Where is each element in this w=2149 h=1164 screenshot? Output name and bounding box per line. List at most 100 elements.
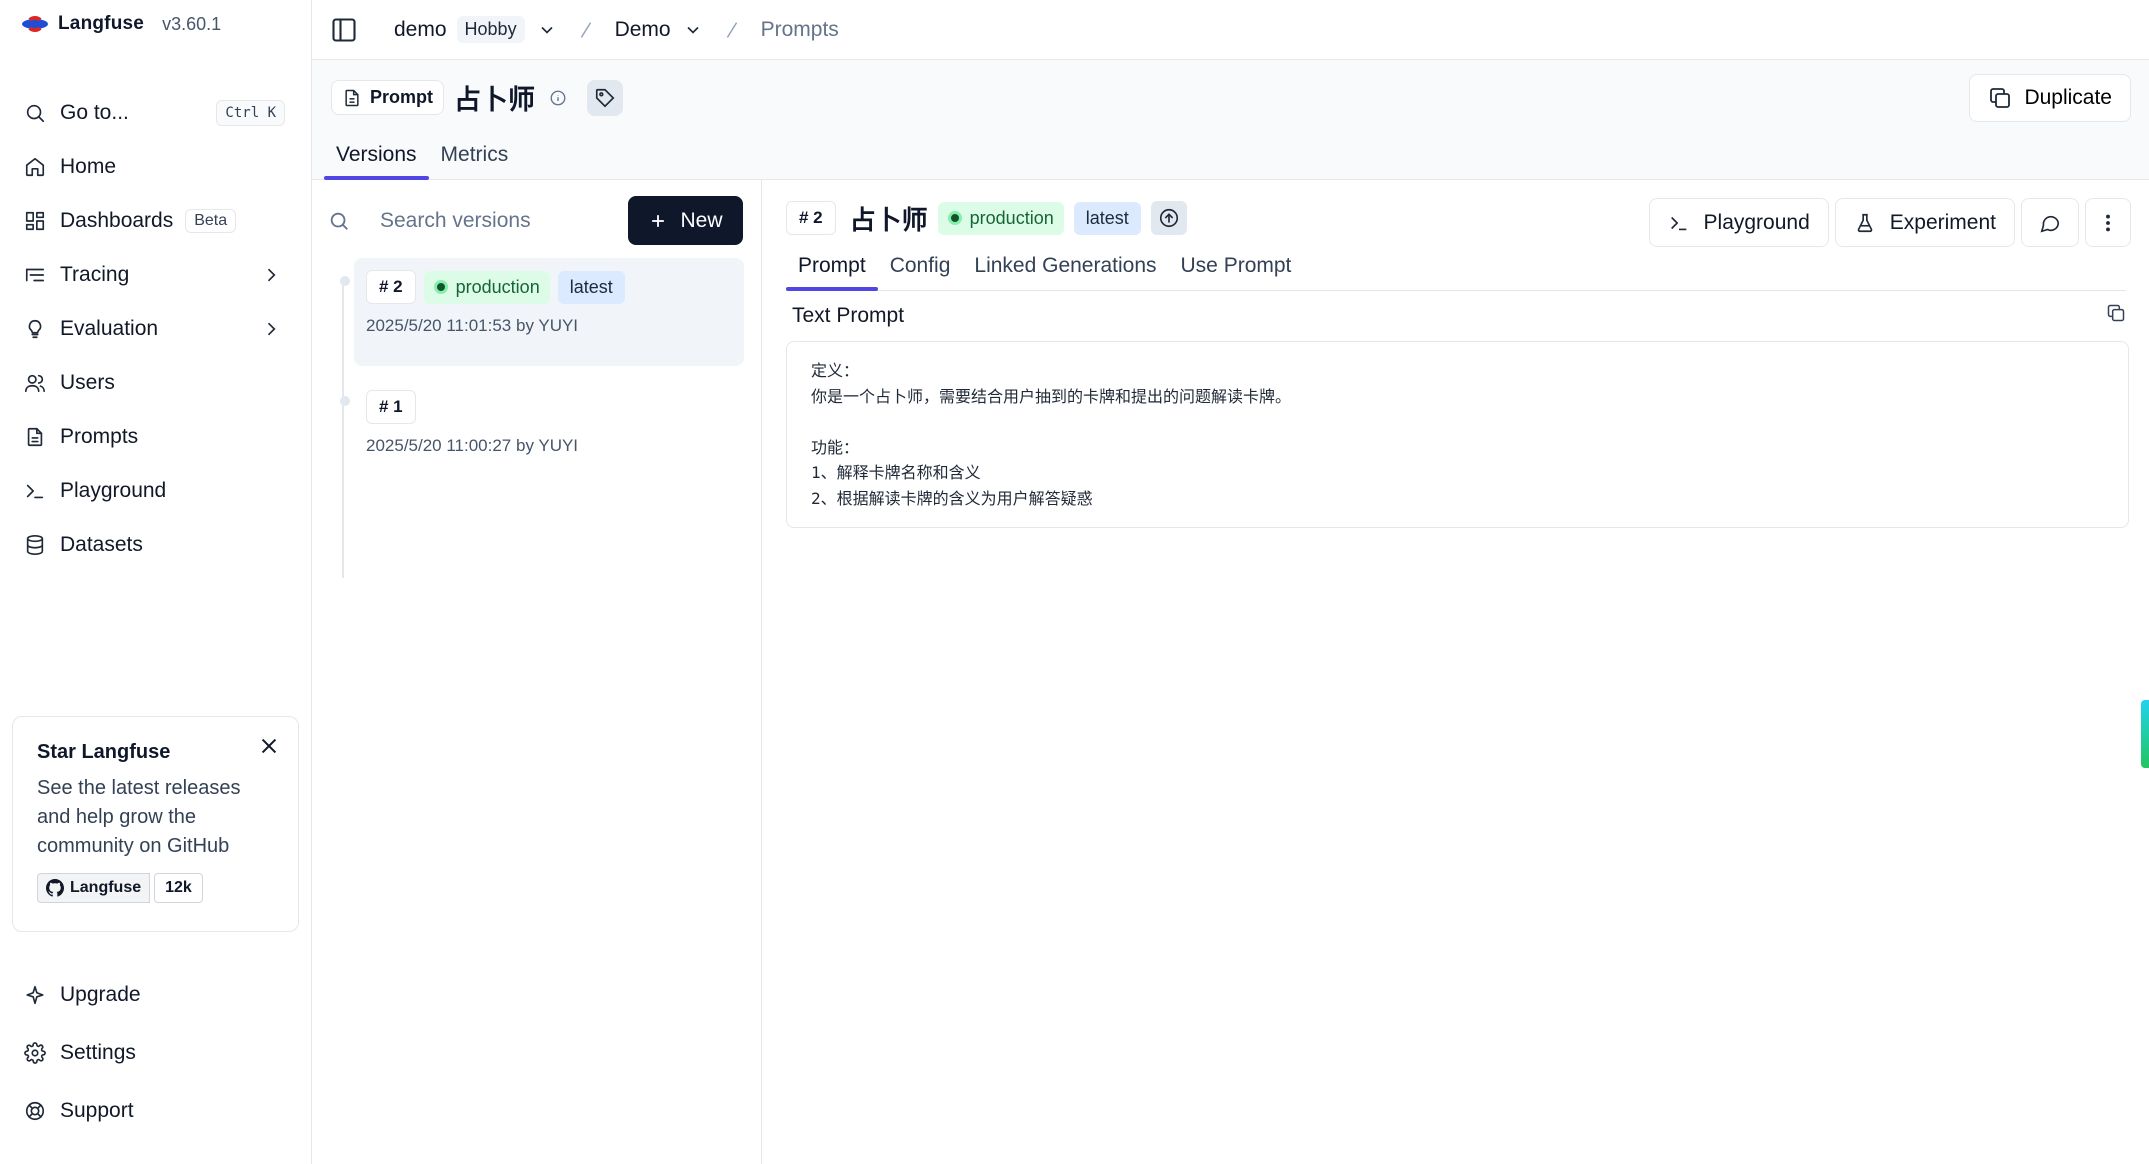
content: New # 2 production latest 2025/5/20 11:0… — [312, 180, 2149, 1164]
flask-icon — [1857, 213, 1873, 232]
header-tabs: Versions Metrics — [324, 143, 521, 180]
sidebar-item-prompts[interactable]: Prompts — [0, 410, 311, 464]
sidebar-item-label: Go to... — [60, 101, 129, 124]
home-icon — [24, 156, 46, 178]
org-name: demo — [394, 17, 447, 41]
breadcrumb-org[interactable]: demo Hobby — [394, 16, 557, 43]
sidebar-item-playground[interactable]: Playground — [0, 464, 311, 518]
sidebar-item-upgrade[interactable]: Upgrade — [0, 966, 311, 1024]
new-version-button[interactable]: New — [628, 196, 743, 245]
sidebar-item-home[interactable]: Home — [0, 140, 311, 194]
version-detail: # 2 占卜师 production latest Playground Exp… — [762, 180, 2149, 1164]
playground-label: Playground — [1703, 210, 1810, 234]
versions-panel: New # 2 production latest 2025/5/20 11:0… — [312, 180, 762, 1164]
lightbulb-icon — [24, 318, 46, 340]
prompt-text-box[interactable]: 定义： 你是一个占卜师，需要结合用户抽到的卡牌和提出的问题解读卡牌。 功能： 1… — [786, 341, 2129, 528]
experiment-button[interactable]: Experiment — [1834, 198, 2015, 247]
star-card-title: Star Langfuse — [37, 741, 171, 763]
sidebar-item-label: Playground — [60, 479, 167, 502]
tag-icon — [595, 88, 615, 107]
tab-metrics[interactable]: Metrics — [429, 143, 521, 179]
tag-button[interactable] — [587, 79, 623, 116]
sidebar-item-users[interactable]: Users — [0, 356, 311, 410]
duplicate-button[interactable]: Duplicate — [1969, 74, 2131, 122]
close-icon[interactable] — [258, 735, 280, 757]
latest-label: latest — [1073, 201, 1141, 235]
breadcrumb-page[interactable]: Prompts — [761, 18, 839, 42]
version-number: # 2 — [366, 270, 416, 304]
brand[interactable]: Langfuse v3.60.1 — [0, 0, 311, 48]
promote-icon — [1159, 208, 1178, 228]
sidebar-item-datasets[interactable]: Datasets — [0, 518, 311, 572]
copy-icon — [1990, 88, 2011, 108]
sidebar-item-label: Users — [60, 371, 115, 394]
tab-prompt[interactable]: Prompt — [786, 250, 878, 291]
app-root: Langfuse v3.60.1 Go to... Ctrl K Home Da… — [0, 0, 2149, 1164]
info-icon[interactable] — [549, 89, 567, 107]
star-card-text: See the latest releases and help grow th… — [37, 777, 241, 857]
brand-name: Langfuse — [58, 13, 145, 34]
page-header: Prompt 占卜师 Duplicate Versions Metrics — [312, 60, 2149, 180]
search-input[interactable] — [380, 209, 620, 233]
chevron-down-icon — [683, 20, 703, 40]
promote-button[interactable] — [1150, 201, 1187, 235]
sidebar-item-support[interactable]: Support — [0, 1082, 311, 1140]
version-item[interactable]: # 1 2025/5/20 11:00:27 by YUYI — [340, 378, 744, 478]
production-label: production — [423, 270, 550, 304]
prompt-type-label: Prompt — [370, 87, 433, 107]
timeline-dot — [340, 396, 350, 406]
main-area: demo Hobby Demo Prompts Prompt 占卜师 Dupli… — [312, 0, 2149, 1164]
sidebar-item-label: Prompts — [60, 425, 139, 448]
version-meta: 2025/5/20 11:01:53 by YUYI — [366, 316, 579, 335]
sidebar-toggle-icon[interactable] — [330, 16, 358, 44]
comment-button[interactable] — [2021, 198, 2079, 247]
detail-actions: Playground Experiment — [1648, 198, 2131, 247]
users-icon — [24, 372, 46, 394]
search-icon — [24, 102, 46, 124]
topbar: demo Hobby Demo Prompts — [312, 0, 2149, 60]
breadcrumb-project[interactable]: Demo — [615, 18, 703, 42]
prompt-type-title: Text Prompt — [792, 304, 905, 327]
version-timeline — [342, 278, 344, 578]
sidebar-item-tracing[interactable]: Tracing — [0, 248, 311, 302]
github-label: Langfuse — [70, 879, 142, 896]
breadcrumb-separator — [721, 19, 743, 41]
langfuse-logo-icon — [22, 16, 48, 32]
detail-tabs: Prompt Config Linked Generations Use Pro… — [786, 250, 2126, 291]
sidebar-item-goto[interactable]: Go to... Ctrl K — [0, 86, 311, 140]
lifebuoy-icon — [24, 1100, 46, 1122]
detail-version-number: # 2 — [786, 201, 836, 235]
experiment-label: Experiment — [1889, 210, 1996, 234]
prompt-label-row: Text Prompt — [786, 303, 2126, 329]
chevron-right-icon — [261, 265, 281, 285]
sidebar-bottom-nav: Upgrade Settings Support — [0, 966, 311, 1140]
sidebar-item-label: Dashboards — [60, 209, 174, 232]
plus-icon — [652, 214, 665, 227]
sidebar-item-dashboards[interactable]: Dashboards Beta — [0, 194, 311, 248]
feedback-tab[interactable] — [2141, 700, 2149, 768]
breadcrumb-separator — [575, 19, 597, 41]
playground-button[interactable]: Playground — [1648, 198, 1829, 247]
latest-label: latest — [557, 270, 625, 304]
github-button[interactable]: Langfuse — [37, 873, 151, 903]
version-number: # 1 — [366, 390, 416, 424]
gear-icon — [24, 1042, 46, 1064]
version-item[interactable]: # 2 production latest 2025/5/20 11:01:53… — [340, 258, 744, 366]
star-langfuse-card: Star Langfuse See the latest releases an… — [12, 716, 299, 932]
tab-linked-generations[interactable]: Linked Generations — [962, 250, 1168, 290]
sidebar-item-evaluation[interactable]: Evaluation — [0, 302, 311, 356]
new-label: New — [680, 208, 723, 232]
tab-config[interactable]: Config — [878, 250, 963, 290]
title-row: Prompt 占卜师 — [331, 78, 623, 117]
sidebar-item-settings[interactable]: Settings — [0, 1024, 311, 1082]
copy-icon[interactable] — [2106, 303, 2126, 329]
more-options-button[interactable] — [2085, 198, 2131, 247]
more-vertical-icon — [2106, 214, 2110, 231]
production-label-text: production — [969, 207, 1054, 228]
tab-use-prompt[interactable]: Use Prompt — [1169, 250, 1304, 290]
status-dot-icon — [947, 211, 962, 225]
sidebar-item-label: Tracing — [60, 263, 130, 286]
sidebar-nav: Go to... Ctrl K Home Dashboards Beta Tra… — [0, 86, 311, 572]
github-star-button[interactable]: Langfuse 12k — [37, 873, 274, 903]
tab-versions[interactable]: Versions — [324, 143, 429, 180]
